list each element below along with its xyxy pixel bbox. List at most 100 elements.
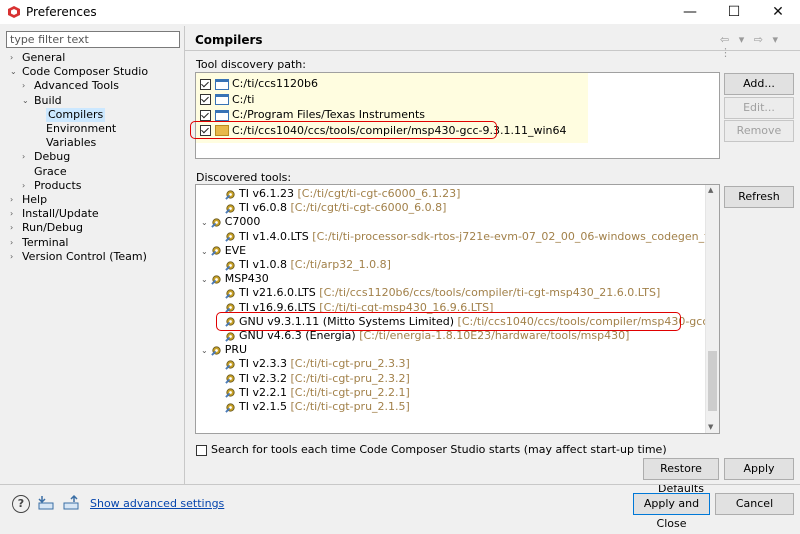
tool-name: TI v2.1.5	[239, 400, 287, 413]
tool-group-row[interactable]: ⌄ EVE	[201, 244, 246, 258]
path-text: C:/Program Files/Texas Instruments	[232, 108, 425, 121]
path-checkbox[interactable]	[200, 94, 211, 105]
header-divider	[185, 50, 800, 51]
tool-path: [C:/ti/cgt/ti-cgt-c6000_6.0.8]	[290, 201, 447, 215]
chevron-down-icon[interactable]: ⌄	[201, 247, 208, 256]
chevron-right-icon[interactable]: ›	[10, 193, 13, 207]
tool-row[interactable]: TI v2.3.2 [C:/ti/ti-cgt-pru_2.3.2]	[225, 372, 410, 386]
tool-row[interactable]: TI v2.2.1 [C:/ti/ti-cgt-pru_2.2.1]	[225, 386, 410, 400]
refresh-button[interactable]: Refresh	[724, 186, 794, 208]
chevron-down-icon[interactable]: ⌄	[201, 275, 208, 284]
tree-item-label: Products	[34, 178, 82, 192]
pane-divider[interactable]	[184, 26, 185, 484]
compiler-tool-icon	[225, 402, 236, 413]
restore-defaults-button[interactable]: Restore Defaults	[643, 458, 719, 495]
edit-button[interactable]: Edit...	[724, 97, 794, 119]
add-button[interactable]: Add...	[724, 73, 794, 95]
tree-item-label: Build	[34, 93, 62, 107]
chevron-down-icon[interactable]: ⌄	[22, 94, 29, 108]
path-text: C:/ti/ccs1120b6	[232, 77, 318, 90]
remove-button[interactable]: Remove	[724, 120, 794, 142]
discovered-tools-tree[interactable]: TI v6.1.23 [C:/ti/cgt/ti-cgt-c6000_6.1.2…	[195, 184, 720, 434]
window-folder-icon	[215, 94, 229, 105]
chevron-right-icon[interactable]: ›	[10, 236, 13, 250]
export-icon[interactable]	[62, 494, 80, 512]
window-title: Preferences	[26, 5, 97, 19]
tool-callout	[216, 312, 681, 331]
chevron-down-icon[interactable]: ⌄	[10, 65, 17, 79]
window-folder-icon	[215, 78, 229, 90]
tree-item-label: Run/Debug	[22, 221, 83, 235]
chevron-right-icon[interactable]: ›	[10, 51, 13, 65]
chevron-right-icon[interactable]: ›	[22, 150, 25, 164]
minimize-button[interactable]: —	[668, 0, 712, 24]
tool-path: [C:/ti/cgt/ti-cgt-c6000_6.1.23]	[297, 187, 461, 200]
tool-name: TI v2.3.2	[239, 371, 287, 385]
tool-row[interactable]: TI v6.1.23 [C:/ti/cgt/ti-cgt-c6000_6.1.2…	[225, 187, 460, 201]
chevron-right-icon[interactable]: ›	[10, 207, 13, 221]
scrollbar-thumb[interactable]	[708, 351, 717, 411]
page-nav-icons[interactable]: ⇦ ▾ ⇨ ▾ ⋮	[720, 33, 800, 59]
filter-placeholder: type filter text	[10, 33, 89, 46]
tool-group-label: PRU	[224, 343, 248, 357]
compiler-tool-icon	[225, 203, 236, 214]
tool-row[interactable]: TI v2.3.3 [C:/ti/ti-cgt-pru_2.3.3]	[225, 357, 410, 371]
chevron-right-icon[interactable]: ›	[10, 221, 13, 235]
filter-input[interactable]: type filter text	[6, 31, 180, 48]
path-checkbox[interactable]	[200, 78, 211, 90]
tool-path: [C:/ti/ti-processor-sdk-rtos-j721e-evm-0…	[312, 229, 720, 243]
scroll-up-icon[interactable]: ▲	[708, 186, 713, 194]
import-icon[interactable]	[37, 494, 55, 512]
discovery-path-row[interactable]: C:/ti	[200, 92, 254, 107]
compiler-tool-icon	[225, 231, 236, 242]
chevron-right-icon[interactable]: ›	[22, 179, 25, 193]
page-title: Compilers	[195, 33, 263, 47]
search-checkbox-label: Search for tools each time Code Composer…	[211, 443, 667, 456]
chevron-right-icon[interactable]: ›	[22, 79, 25, 93]
search-checkbox-box[interactable]	[196, 444, 207, 456]
tree-item-label: Advanced Tools	[34, 79, 119, 93]
cancel-button[interactable]: Cancel	[715, 493, 794, 515]
app-icon	[8, 6, 20, 18]
discovery-path-list[interactable]: C:/ti/ccs1120b6 C:/ti C:/Program Files/Tex…	[195, 72, 720, 159]
path-callout	[190, 121, 497, 139]
tool-group-row[interactable]: ⌄ PRU	[201, 343, 247, 357]
discovered-label: Discovered tools:	[196, 171, 292, 184]
compiler-tool-icon	[225, 331, 236, 342]
scroll-down-icon[interactable]: ▼	[708, 423, 713, 431]
tool-name: TI v1.0.8	[239, 258, 287, 271]
maximize-button[interactable]: ☐	[712, 0, 756, 24]
tree-item-label: Grace	[34, 164, 67, 178]
tool-name: TI v2.2.1	[239, 385, 287, 399]
close-button[interactable]: ✕	[756, 0, 800, 24]
compiler-tool-icon	[225, 373, 236, 384]
tool-row[interactable]: TI v1.0.8 [C:/ti/arp32_1.0.8]	[225, 258, 391, 272]
tree-item-label: Compilers	[46, 107, 106, 122]
search-on-start-checkbox[interactable]: Search for tools each time Code Composer…	[196, 443, 667, 456]
tool-name: TI v6.0.8	[239, 201, 287, 215]
discovery-path-row[interactable]: C:/Program Files/Texas Instruments	[200, 107, 425, 122]
tool-row[interactable]: TI v6.0.8 [C:/ti/cgt/ti-cgt-c6000_6.0.8]	[225, 201, 446, 215]
chevron-down-icon[interactable]: ⌄	[201, 218, 208, 227]
tree-item-label: Debug	[34, 150, 71, 164]
discovery-path-row[interactable]: C:/ti/ccs1120b6	[200, 76, 318, 91]
apply-and-close-button[interactable]: Apply and Close	[633, 493, 710, 530]
tool-group-row[interactable]: ⌄ MSP430	[201, 272, 269, 286]
show-advanced-link[interactable]: Show advanced settings	[90, 497, 224, 510]
chevron-right-icon[interactable]: ›	[10, 250, 13, 264]
compiler-tool-icon	[225, 260, 236, 271]
tree-item-label: Help	[22, 193, 48, 206]
tool-row[interactable]: TI v21.6.0.LTS [C:/ti/ccs1120b6/ccs/tool…	[225, 286, 660, 300]
window-folder-icon	[215, 109, 229, 121]
help-icon[interactable]: ?	[12, 495, 30, 513]
tool-row[interactable]: TI v2.1.5 [C:/ti/ti-cgt-pru_2.1.5]	[225, 400, 410, 414]
tool-row[interactable]: GNU v4.6.3 (Energia) [C:/ti/energia-1.8.…	[225, 329, 629, 343]
tools-scrollbar[interactable]: ▲ ▼	[705, 185, 719, 433]
apply-button[interactable]: Apply	[724, 458, 794, 480]
path-checkbox[interactable]	[200, 109, 211, 121]
tool-row[interactable]: TI v1.4.0.LTS [C:/ti/ti-processor-sdk-rt…	[225, 229, 720, 244]
compiler-group-icon	[210, 217, 222, 228]
tool-group-row[interactable]: ⌄ C7000	[201, 215, 260, 229]
chevron-down-icon[interactable]: ⌄	[201, 346, 208, 355]
tree-item-label: Code Composer Studio	[22, 65, 149, 79]
